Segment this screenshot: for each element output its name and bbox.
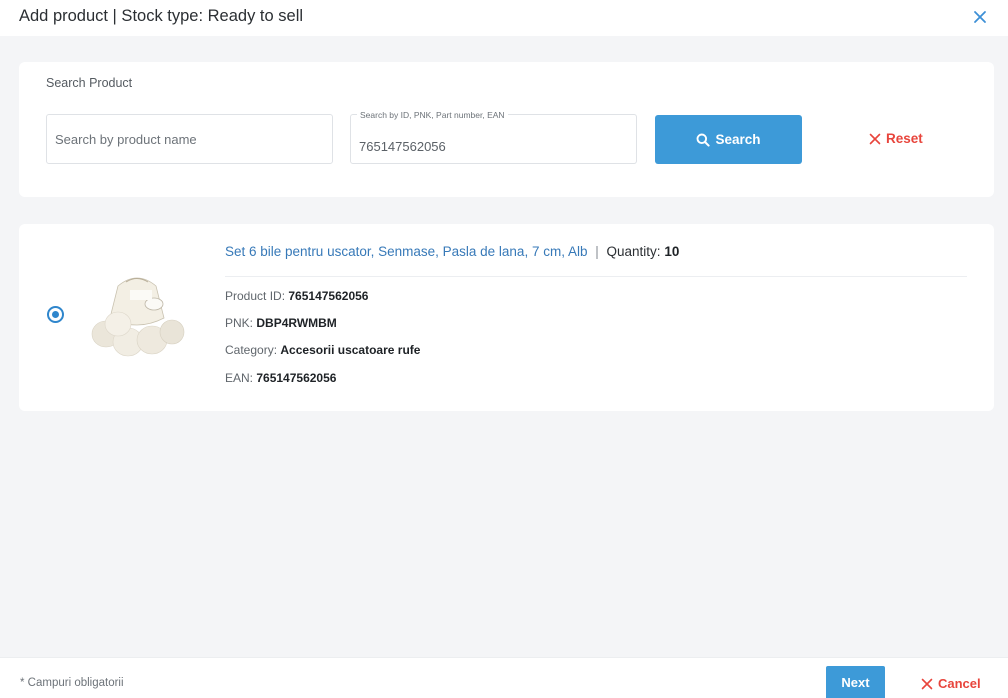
quantity-value: 10 xyxy=(664,244,680,259)
product-select-radio[interactable] xyxy=(47,306,64,323)
cancel-button-label: Cancel xyxy=(938,676,981,691)
ean-row: EAN: 765147562056 xyxy=(225,371,336,385)
cancel-x-icon xyxy=(921,678,933,689)
product-divider xyxy=(225,276,967,277)
category-row: Category: Accesorii uscatoare rufe xyxy=(225,343,420,357)
product-title-link[interactable]: Set 6 bile pentru uscator, Senmase, Pasl… xyxy=(225,244,587,259)
reset-button-label: Reset xyxy=(886,131,923,146)
category-label: Category: xyxy=(225,343,278,357)
reset-x-icon xyxy=(869,133,881,144)
modal-footer: * Campuri obligatorii Next Cancel xyxy=(0,657,1008,698)
next-button[interactable]: Next xyxy=(826,666,885,698)
product-thumbnail xyxy=(91,277,185,357)
product-name-field xyxy=(46,114,333,164)
cancel-button[interactable]: Cancel xyxy=(921,676,981,691)
search-button[interactable]: Search xyxy=(655,115,802,164)
product-result-card: Set 6 bile pentru uscator, Senmase, Pasl… xyxy=(19,224,994,411)
category-value: Accesorii uscatoare rufe xyxy=(280,343,421,357)
product-id-input[interactable] xyxy=(351,115,636,163)
product-id-label: Product ID: xyxy=(225,289,286,303)
pnk-value: DBP4RWMBM xyxy=(256,316,337,330)
radio-selected-dot xyxy=(52,311,59,318)
close-icon[interactable] xyxy=(972,9,988,25)
product-id-row: Product ID: 765147562056 xyxy=(225,289,368,303)
modal-header: Add product | Stock type: Ready to sell xyxy=(0,0,1008,36)
search-icon xyxy=(697,133,711,147)
search-panel: Search Product Search by ID, PNK, Part n… xyxy=(19,62,994,197)
reset-button[interactable]: Reset xyxy=(869,131,923,146)
product-id-field: Search by ID, PNK, Part number, EAN xyxy=(350,110,637,164)
modal-title: Add product | Stock type: Ready to sell xyxy=(19,7,304,25)
pnk-row: PNK: DBP4RWMBM xyxy=(225,316,337,330)
search-button-label: Search xyxy=(715,132,761,147)
search-heading: Search Product xyxy=(46,76,133,90)
ean-label: EAN: xyxy=(225,371,254,385)
product-title-row: Set 6 bile pentru uscator, Senmase, Pasl… xyxy=(225,244,679,259)
title-separator: | xyxy=(595,244,599,259)
pnk-label: PNK: xyxy=(225,316,254,330)
product-name-input[interactable] xyxy=(47,115,332,163)
quantity-label: Quantity: xyxy=(606,244,661,259)
required-fields-note: * Campuri obligatorii xyxy=(20,677,124,689)
product-id-value: 765147562056 xyxy=(288,289,369,303)
ean-value: 765147562056 xyxy=(256,371,337,385)
